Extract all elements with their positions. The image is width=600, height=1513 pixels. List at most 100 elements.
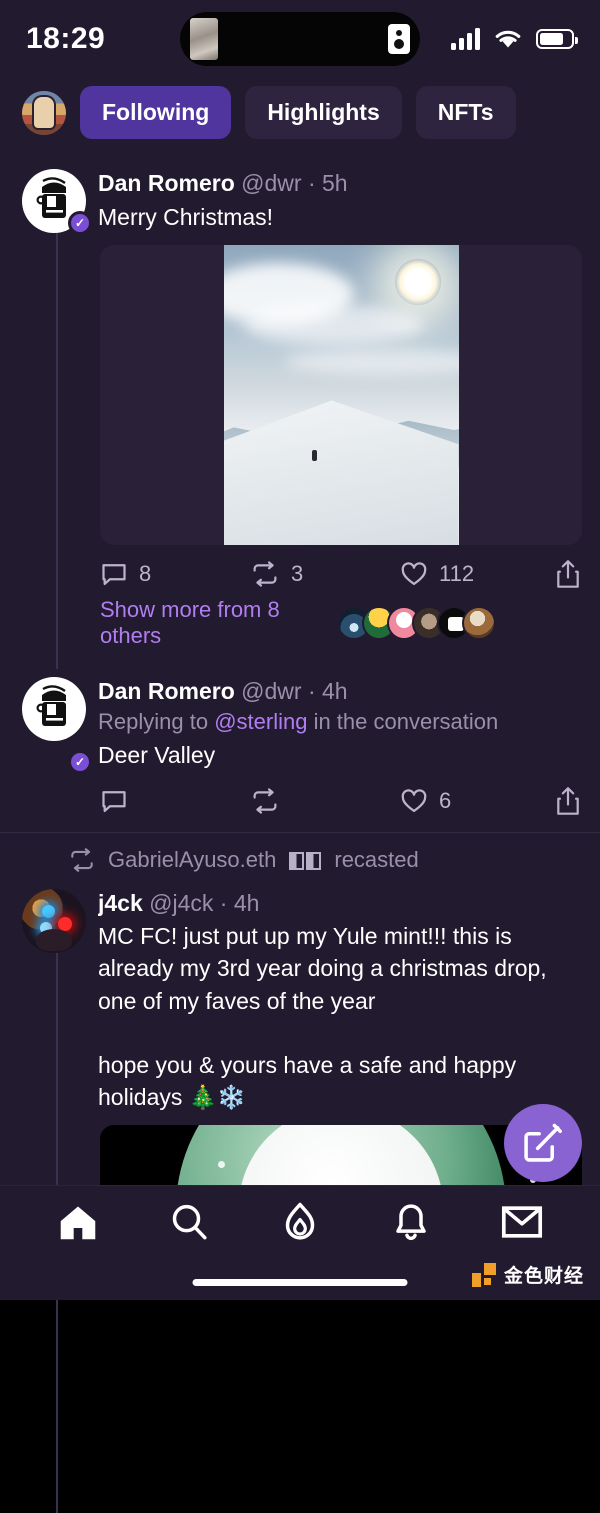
thread-line [56, 217, 58, 669]
envelope-icon [502, 1205, 543, 1238]
watermark-logo-icon [471, 1262, 496, 1287]
glow-eye [58, 916, 72, 931]
nav-home[interactable] [39, 1192, 117, 1252]
share-action[interactable] [554, 559, 582, 589]
author-handle[interactable]: @j4ck [149, 890, 213, 916]
replying-to-line: Replying to @sterling in the conversatio… [98, 708, 582, 737]
tab-following[interactable]: Following [80, 86, 232, 139]
like-count: 6 [439, 787, 452, 813]
avatar-container[interactable]: ✓ [22, 169, 92, 235]
compose-pencil-icon [524, 1123, 562, 1162]
post-actions: 6 [0, 772, 600, 822]
recast-icon [253, 561, 277, 587]
nav-messages[interactable] [483, 1192, 561, 1252]
watermark: 金色财经 [471, 1261, 584, 1288]
comment-icon [102, 790, 126, 812]
recast-action[interactable] [250, 787, 400, 815]
heart-icon [401, 788, 427, 812]
separator: · [307, 678, 316, 704]
status-bar: 18:29 [0, 0, 600, 78]
home-indicator[interactable] [192, 1279, 408, 1286]
post-time: 5h [322, 170, 348, 196]
avatar[interactable] [22, 677, 86, 741]
comment-action[interactable] [100, 787, 250, 815]
comment-action[interactable]: 8 [100, 560, 250, 588]
snow-slope [223, 400, 459, 545]
unsupported-emoji-glyphs [288, 847, 322, 873]
bottom-nav-container: 金色财经 [0, 1185, 600, 1300]
share-icon [557, 786, 579, 815]
post-text: Deer Valley [98, 742, 216, 769]
like-action[interactable]: 112 [400, 560, 550, 588]
status-time: 18:29 [26, 22, 106, 55]
post-author-row: Dan Romero @dwr · 5h [98, 169, 582, 198]
glow-eye [40, 921, 52, 934]
author-name[interactable]: Dan Romero [98, 678, 235, 704]
recast-icon [71, 847, 93, 872]
post-media[interactable] [100, 245, 582, 545]
author-name[interactable]: j4ck [98, 890, 143, 916]
post-item[interactable]: ✓ Dan Romero @dwr · 4h Replying to @ster… [0, 663, 600, 832]
flame-icon [285, 1202, 315, 1240]
like-action[interactable]: 6 [400, 787, 550, 815]
cloud [243, 305, 424, 345]
recast-author[interactable]: GabrielAyuso.eth [108, 847, 276, 873]
tab-nfts[interactable]: NFTs [415, 86, 516, 139]
replying-mention[interactable]: @sterling [214, 709, 307, 734]
avatar[interactable] [22, 888, 86, 953]
home-icon [60, 1205, 95, 1239]
bottom-navigation [0, 1185, 600, 1257]
avatar[interactable] [22, 90, 66, 135]
post-time: 4h [233, 889, 260, 916]
share-action[interactable] [554, 786, 582, 816]
like-count: 112 [439, 561, 475, 586]
cellular-bars-icon [451, 28, 480, 50]
compose-button[interactable] [504, 1104, 582, 1182]
search-icon [172, 1204, 207, 1239]
replying-suffix: in the conversation [307, 708, 499, 734]
dynamic-island-thumbnail [190, 18, 218, 60]
post-item[interactable]: ✓ Dan Romero @dwr · 5h Merry Christmas! [0, 155, 600, 669]
separator: · [307, 170, 316, 196]
nav-trending[interactable] [261, 1192, 339, 1252]
post-time: 4h [322, 678, 348, 704]
nav-search[interactable] [150, 1192, 228, 1252]
sun [394, 259, 441, 305]
bell-icon [396, 1203, 426, 1240]
feed-header: Following Highlights NFTs [0, 78, 600, 155]
author-handle[interactable]: @dwr [241, 170, 301, 196]
show-more-row[interactable]: Show more from 8 others [0, 595, 600, 663]
post-author-row: j4ck @j4ck · 4h [98, 889, 582, 918]
skier [311, 450, 317, 461]
replying-prefix: Replying to [98, 708, 215, 734]
heart-icon [401, 562, 427, 586]
ski-slope-photo [223, 245, 459, 545]
separator: · [219, 889, 228, 916]
participant-avatars[interactable] [337, 606, 582, 640]
post-actions: 8 3 112 [0, 545, 600, 595]
recast-action[interactable]: 3 [250, 560, 400, 588]
watermark-text: 金色财经 [503, 1266, 584, 1287]
post-author-row: Dan Romero @dwr · 4h [98, 677, 582, 706]
avatar [462, 606, 496, 640]
recast-icon [253, 787, 277, 814]
comment-icon [102, 564, 126, 586]
avatar-container[interactable] [22, 888, 90, 1114]
author-handle[interactable]: @dwr [241, 678, 301, 704]
glow-eye [42, 904, 55, 918]
avatar-container[interactable]: ✓ [22, 677, 92, 774]
verified-badge-icon: ✓ [68, 749, 92, 774]
recast-count: 3 [291, 561, 304, 586]
recast-header: GabrielAyuso.eth recasted [0, 833, 600, 875]
status-icons [451, 28, 578, 50]
battery-icon [536, 29, 578, 49]
share-icon [557, 560, 579, 588]
cloud [283, 349, 459, 375]
tab-highlights[interactable]: Highlights [245, 86, 402, 139]
comment-count: 8 [139, 561, 152, 586]
post-text: Merry Christmas! [98, 203, 274, 230]
profile-illustration-icon [36, 685, 66, 726]
author-name[interactable]: Dan Romero [98, 170, 235, 196]
nav-notifications[interactable] [372, 1192, 450, 1252]
show-more-label[interactable]: Show more from 8 others [100, 597, 323, 649]
